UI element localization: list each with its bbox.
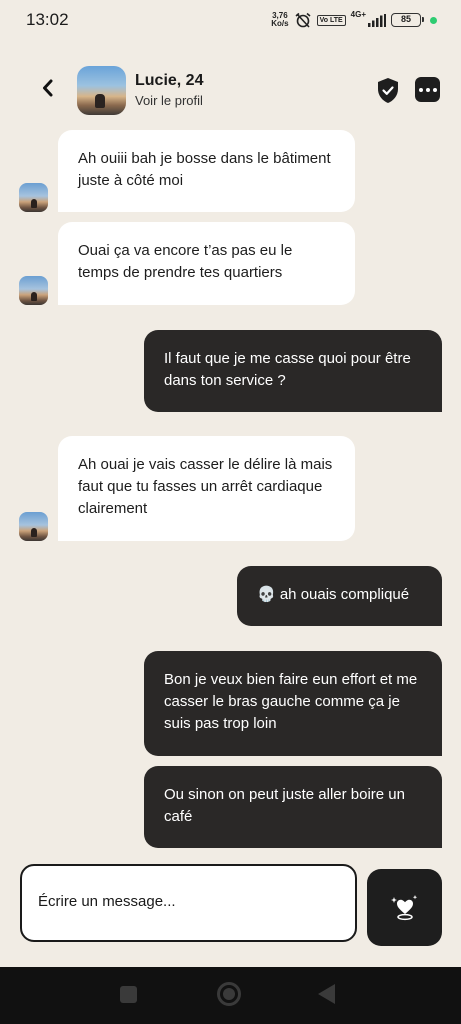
- recent-apps-button[interactable]: [120, 986, 137, 1003]
- more-dots-icon: [418, 87, 423, 92]
- message-incoming: Ah ouai je vais casser le délire là mais…: [58, 436, 355, 541]
- message-outgoing: Ou sinon on peut juste aller boire un ca…: [144, 766, 442, 848]
- chat-header: Lucie, 24 Voir le profil: [0, 60, 461, 120]
- more-options-button[interactable]: [415, 77, 440, 102]
- shield-check-icon: [378, 78, 398, 103]
- privacy-dot-icon: [430, 16, 437, 24]
- message-incoming: Ah ouiii bah je bosse dans le bâtiment j…: [58, 130, 355, 212]
- battery-indicator: 85: [391, 13, 424, 27]
- home-button[interactable]: [217, 982, 241, 1006]
- volte-badge: Vo LTE: [316, 14, 346, 26]
- message-input[interactable]: [38, 893, 338, 910]
- chevron-left-icon: [43, 79, 53, 97]
- view-profile-link[interactable]: Voir le profil: [135, 93, 203, 108]
- heart-sparkle-icon: [390, 894, 417, 920]
- system-nav-bar: [0, 967, 461, 1024]
- sender-avatar[interactable]: [19, 276, 48, 305]
- network-speed: 3,76 Ko/s: [271, 12, 288, 28]
- status-bar: 13:02 3,76 Ko/s Vo LTE 4G+ 85: [0, 0, 461, 40]
- sender-avatar[interactable]: [19, 512, 48, 541]
- status-icons: 3,76 Ko/s Vo LTE 4G+ 85: [271, 9, 437, 31]
- network-type: 4G+: [350, 10, 366, 19]
- system-back-button[interactable]: [318, 984, 335, 1004]
- profile-name[interactable]: Lucie, 24: [135, 72, 203, 90]
- alarm-off-icon: [295, 12, 311, 28]
- profile-avatar[interactable]: [77, 66, 126, 115]
- status-time: 13:02: [26, 10, 69, 29]
- back-button[interactable]: [36, 76, 60, 100]
- message-composer: [20, 864, 357, 942]
- message-outgoing: 💀 ah ouais compliqué: [237, 566, 442, 626]
- safety-button[interactable]: [376, 77, 400, 104]
- message-incoming: Ouai ça va encore t’as pas eu le temps d…: [58, 222, 355, 305]
- signal-icon: [368, 13, 386, 27]
- message-outgoing: Bon je veux bien faire eun effort et me …: [144, 651, 442, 756]
- network-speed-unit: Ko/s: [271, 19, 289, 28]
- sender-avatar[interactable]: [19, 183, 48, 212]
- message-outgoing: Il faut que je me casse quoi pour être d…: [144, 330, 442, 412]
- send-like-button[interactable]: [367, 869, 442, 946]
